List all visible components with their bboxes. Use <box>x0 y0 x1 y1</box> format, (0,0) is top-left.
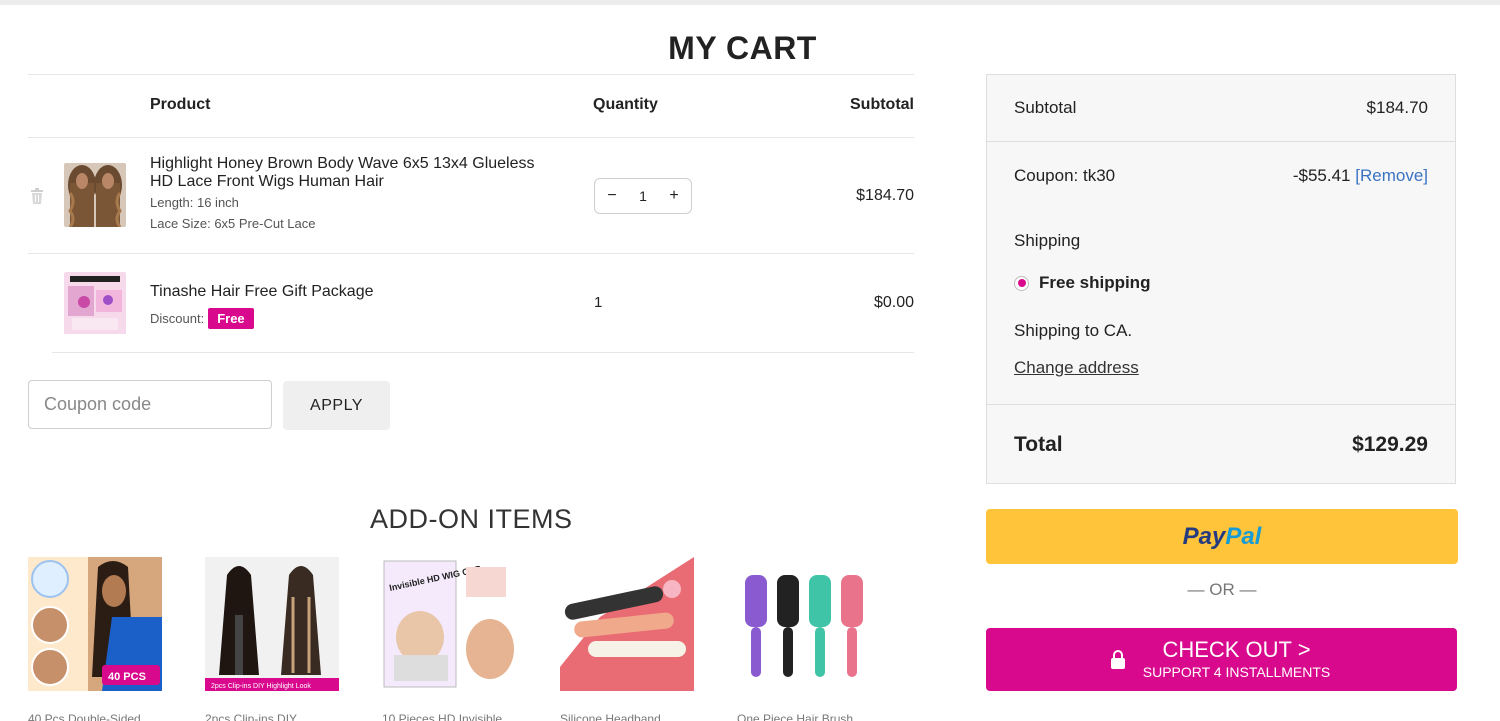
apply-coupon-button[interactable]: APPLY <box>283 381 390 430</box>
summary-total-row: Total $129.29 <box>987 404 1455 484</box>
product-length: Length: 16 inch <box>150 195 239 210</box>
addon-item-name[interactable]: One Piece Hair Brush... <box>737 712 877 721</box>
summary-total-value: $129.29 <box>1352 433 1428 456</box>
paypal-logo-pal: Pal <box>1225 522 1262 550</box>
cart-table: Product Quantity Subtotal Highlight Hone… <box>28 74 914 353</box>
product-column-header: Product <box>150 96 211 113</box>
summary-total-label: Total <box>1014 433 1063 456</box>
coupon-discount-amount: -$55.41 <box>1292 166 1351 185</box>
page-title: MY CART <box>668 30 817 66</box>
quantity-value: 1 <box>594 294 603 311</box>
addon-item-image[interactable]: 2pcs Clip-ins DIY Highlight Look <box>205 557 339 691</box>
addon-section-title: ADD-ON ITEMS <box>370 504 573 534</box>
item-subtotal: $0.00 <box>873 294 914 311</box>
product-name[interactable]: Highlight Honey Brown Body Wave 6x5 13x4… <box>150 155 550 191</box>
free-shipping-option[interactable]: Free shipping <box>1014 273 1150 293</box>
product-name[interactable]: Tinashe Hair Free Gift Package <box>150 283 374 301</box>
product-thumbnail[interactable] <box>64 163 126 227</box>
summary-subtotal-value: $184.70 <box>1366 98 1428 117</box>
paypal-logo-pay: Pay <box>1182 522 1226 550</box>
applied-coupon-label: Coupon: tk30 <box>1014 166 1116 185</box>
subtotal-column-header: Subtotal <box>850 96 914 113</box>
item-subtotal: $184.70 <box>856 187 914 204</box>
change-address-link[interactable]: Change address <box>1014 358 1139 378</box>
addon-item-name[interactable]: 10 Pieces HD Invisible... <box>382 712 522 721</box>
addon-item-image[interactable]: 40 PCS <box>28 557 162 691</box>
quantity-column-header: Quantity <box>593 96 658 113</box>
decrement-button[interactable]: − <box>605 187 619 205</box>
cart-item-row: Highlight Honey Brown Body Wave 6x5 13x4… <box>28 138 914 254</box>
cart-table-header: Product Quantity Subtotal <box>28 74 914 138</box>
product-lace-size: Lace Size: 6x5 Pre-Cut Lace <box>150 216 316 231</box>
discount-line: Discount: Free <box>150 308 254 329</box>
checkout-label: CHECK OUT > <box>1162 637 1311 662</box>
increment-button[interactable]: + <box>667 187 681 205</box>
addon-item-name[interactable]: Silicone Headband... <box>560 712 700 721</box>
remove-coupon-link[interactable]: [Remove] <box>1355 166 1428 185</box>
checkout-sublabel: SUPPORT 4 INSTALLMENTS <box>1142 664 1331 680</box>
addon-item-name[interactable]: 40 Pcs Double-Sided... <box>28 712 168 721</box>
quantity-value[interactable]: 1 <box>639 188 647 204</box>
addon-item-image[interactable]: Invisible HD WIG CAP <box>382 557 516 691</box>
shipping-radio[interactable] <box>1014 275 1029 291</box>
trash-icon[interactable] <box>30 188 44 204</box>
shipping-option-label: Free shipping <box>1039 273 1151 292</box>
summary-subtotal-row: Subtotal $184.70 <box>987 75 1455 142</box>
addon-item-image[interactable] <box>560 557 694 691</box>
quantity-stepper: − 1 + <box>594 178 692 214</box>
discount-label: Discount: <box>150 311 205 326</box>
shipping-label: Shipping <box>1014 231 1081 250</box>
summary-subtotal-label: Subtotal <box>1014 98 1077 117</box>
checkout-button[interactable]: CHECK OUT > SUPPORT 4 INSTALLMENTS <box>986 628 1457 691</box>
coupon-discount: -$55.41 [Remove] <box>1293 166 1428 186</box>
coupon-code-input[interactable] <box>28 380 272 429</box>
addon-item-name[interactable]: 2pcs Clip-ins DIY... <box>205 712 345 721</box>
or-divider: — OR — <box>1187 580 1257 599</box>
paypal-button[interactable]: Pay Pal <box>986 509 1458 564</box>
addon-item-image[interactable] <box>737 557 871 691</box>
top-bar <box>0 0 1500 5</box>
order-summary: Subtotal $184.70 Coupon: tk30 -$55.41 [R… <box>986 74 1456 484</box>
free-badge: Free <box>208 308 254 329</box>
gift-package-thumbnail[interactable] <box>64 272 126 336</box>
addon-badge: 40 PCS <box>108 671 146 683</box>
cart-item-row: Tinashe Hair Free Gift Package Discount:… <box>52 254 914 353</box>
addon-caption: 2pcs Clip-ins DIY Highlight Look <box>211 683 311 690</box>
shipping-destination: Shipping to CA. <box>1014 321 1133 340</box>
